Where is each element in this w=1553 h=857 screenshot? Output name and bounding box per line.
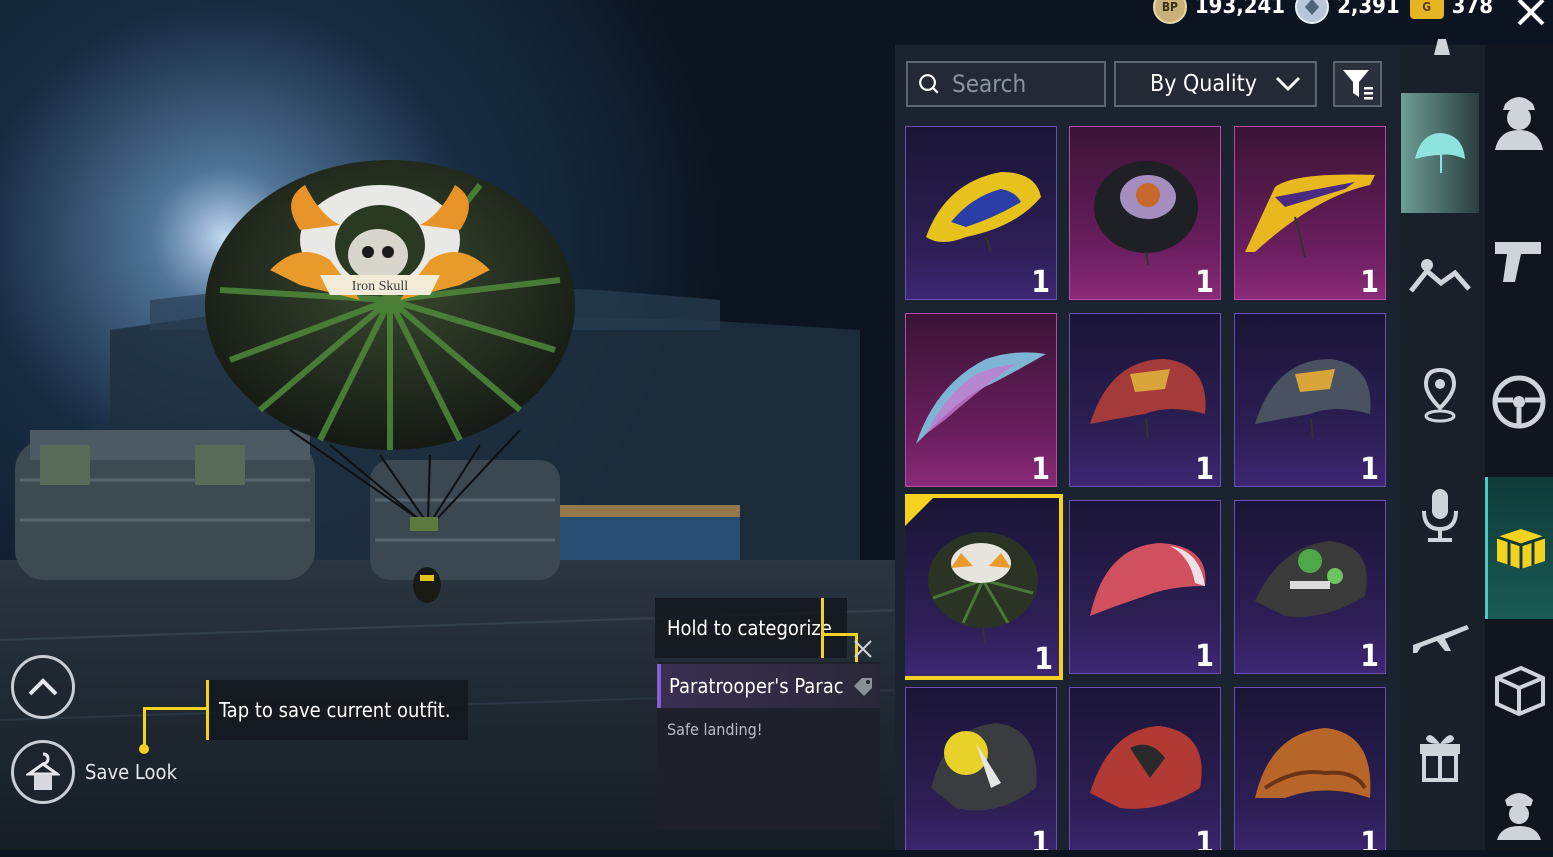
item-quantity: 1 [1031, 265, 1050, 300]
chevron-down-icon [1275, 76, 1301, 92]
categorize-hint-text: Hold to categorize [667, 616, 832, 640]
item-card[interactable]: 1 [1069, 500, 1221, 674]
save-look-button[interactable] [11, 740, 75, 804]
bp-coin-icon: BP [1152, 0, 1187, 24]
item-quantity: 1 [1195, 826, 1214, 850]
hanger-icon [26, 752, 60, 790]
sort-label: By Quality [1150, 71, 1257, 97]
currency-bar: BP 193,241 2,391 G 378 [1152, 0, 1493, 24]
save-look-label: Save Look [85, 760, 177, 784]
item-info-card: Paratrooper's Parac Safe landing! [657, 662, 880, 830]
filter-button[interactable] [1333, 61, 1382, 107]
tab-gift[interactable] [1400, 715, 1480, 795]
tab-box[interactable] [1485, 625, 1553, 755]
item-quantity: 1 [1195, 265, 1214, 300]
steering-wheel-icon [1492, 375, 1546, 429]
hint-connector [821, 633, 857, 636]
box-icon [1495, 665, 1545, 717]
item-quantity: 1 [1195, 452, 1214, 487]
chevron-up-icon [28, 678, 58, 696]
item-card[interactable]: 1 [905, 687, 1057, 850]
filter-icon [1342, 70, 1373, 100]
g-coin-icon: G [1409, 0, 1444, 19]
hint-connector [206, 680, 209, 740]
emote-icon [1409, 259, 1471, 293]
tab-top-partial[interactable] [1430, 39, 1454, 59]
categorize-hint: Hold to categorize [655, 598, 847, 658]
item-card[interactable]: 1 [1234, 313, 1386, 487]
item-quantity: 1 [1031, 826, 1050, 850]
g-currency: G 378 [1409, 0, 1493, 19]
item-card[interactable]: 1 [905, 313, 1057, 487]
location-icon [1423, 367, 1457, 423]
item-grid: 1 1 1 1 1 1 1 1 1 1 1 1 [905, 126, 1390, 850]
gun-icon [1495, 242, 1541, 282]
uc-amount: 2,391 [1337, 0, 1400, 19]
close-hint-icon[interactable] [852, 638, 874, 660]
item-quantity: 1 [1034, 642, 1053, 677]
bp-currency: BP 193,241 [1152, 0, 1286, 24]
airplane-icon [1413, 625, 1469, 653]
gift-icon [1420, 735, 1460, 782]
tab-voice[interactable] [1400, 475, 1480, 555]
avatar-icon [1495, 97, 1543, 150]
tab-plane[interactable] [1400, 595, 1480, 675]
hint-dot [139, 744, 149, 754]
hint-connector [143, 707, 207, 710]
character-icon [1497, 793, 1541, 840]
item-card[interactable]: 1 [905, 126, 1057, 300]
sort-dropdown[interactable]: By Quality [1114, 61, 1317, 107]
item-quantity: 1 [1031, 452, 1050, 487]
item-info-title: Paratrooper's Parac [657, 664, 880, 708]
tab-vehicle[interactable] [1485, 337, 1553, 467]
section-rail [1485, 45, 1553, 850]
item-card[interactable]: 1 [1234, 126, 1386, 300]
item-card[interactable]: 1 [1234, 500, 1386, 674]
category-rail [1400, 39, 1485, 850]
item-quantity: 1 [1360, 639, 1379, 674]
microphone-icon [1422, 489, 1458, 542]
search-input[interactable] [950, 69, 1104, 99]
item-quantity: 1 [1360, 265, 1379, 300]
item-card-selected[interactable]: 1 [905, 494, 1063, 680]
uc-currency: 2,391 [1295, 0, 1400, 24]
uc-icon [1295, 0, 1330, 24]
preview-logo-text: Iron Skull [352, 279, 409, 294]
search-box[interactable] [906, 61, 1106, 107]
hint-connector [821, 598, 824, 658]
tab-parachute[interactable] [1401, 93, 1479, 213]
parachute-icon [1415, 133, 1465, 173]
tab-emote[interactable] [1400, 235, 1480, 315]
g-amount: 378 [1451, 0, 1493, 19]
item-card[interactable]: 1 [1234, 687, 1386, 850]
tab-weapon[interactable] [1485, 195, 1553, 325]
item-quantity: 1 [1360, 826, 1379, 850]
item-name: Paratrooper's Parac [669, 674, 844, 698]
item-card[interactable]: 1 [1069, 313, 1221, 487]
item-card[interactable]: 1 [1069, 126, 1221, 300]
tab-top-icon [1434, 39, 1450, 55]
item-quantity: 1 [1195, 639, 1214, 674]
tab-character[interactable] [1485, 767, 1553, 857]
tab-location[interactable] [1400, 355, 1480, 435]
save-outfit-hint-text: Tap to save current outfit. [219, 698, 451, 722]
item-quantity: 1 [1360, 452, 1379, 487]
tag-icon[interactable] [852, 676, 876, 702]
hint-connector [143, 707, 146, 747]
item-description: Safe landing! [667, 720, 763, 739]
collapse-button[interactable] [11, 655, 75, 719]
crate-icon [1496, 529, 1545, 569]
item-card[interactable]: 1 [1069, 687, 1221, 850]
tab-avatar[interactable] [1485, 55, 1553, 185]
search-icon [919, 74, 939, 94]
bp-amount: 193,241 [1194, 0, 1286, 19]
tab-crate[interactable] [1485, 477, 1553, 619]
save-outfit-hint: Tap to save current outfit. [207, 680, 468, 740]
close-icon[interactable] [1513, 0, 1549, 30]
